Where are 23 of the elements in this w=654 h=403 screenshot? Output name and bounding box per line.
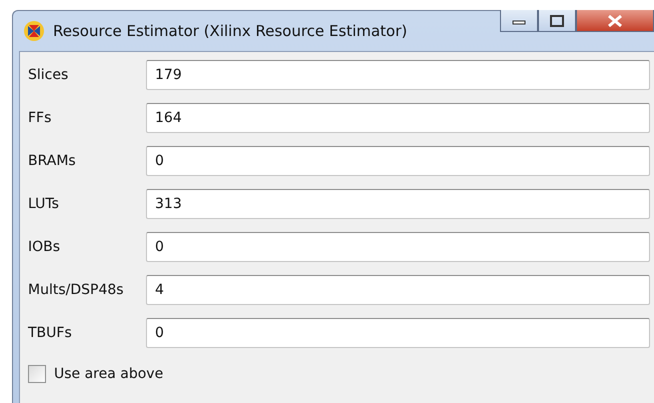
- close-button[interactable]: [576, 10, 654, 32]
- app-logo-icon: [23, 20, 45, 42]
- field-label: TBUFs: [28, 325, 73, 341]
- input-field[interactable]: 179: [146, 60, 650, 90]
- input-field[interactable]: 0: [146, 146, 650, 176]
- close-icon: [607, 14, 623, 28]
- maximize-icon: [550, 14, 564, 26]
- field-label: Slices: [28, 67, 70, 83]
- minimize-button[interactable]: [500, 10, 538, 32]
- field-label: Mults/DSP48s: [28, 282, 125, 298]
- field-label: LUTs: [28, 196, 60, 212]
- checkbox-label: Use area above: [54, 366, 164, 382]
- window-title: Resource Estimator (Xilinx Resource Estimator): [53, 22, 408, 40]
- maximize-button[interactable]: [538, 10, 576, 32]
- input-field[interactable]: 0: [146, 318, 650, 348]
- field-label: FFs: [28, 110, 52, 126]
- input-field[interactable]: 164: [146, 103, 650, 133]
- input-field[interactable]: 4: [146, 275, 650, 305]
- input-field[interactable]: 313: [146, 189, 650, 219]
- checkbox[interactable]: [28, 365, 46, 383]
- input-field[interactable]: 0: [146, 232, 650, 262]
- field-label: BRAMs: [28, 153, 77, 169]
- field-label: IOBs: [28, 239, 62, 255]
